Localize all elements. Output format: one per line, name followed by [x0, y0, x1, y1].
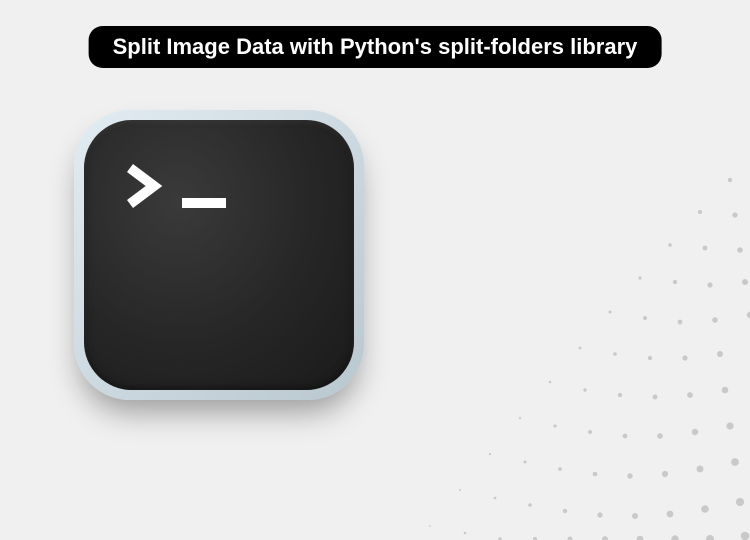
chevron-right-icon: [124, 162, 168, 210]
decorative-dots: [370, 120, 750, 540]
cursor-underscore-icon: [182, 198, 226, 208]
terminal-prompt-icon: [124, 162, 226, 210]
terminal-icon: [74, 110, 364, 400]
terminal-icon-inner: [84, 120, 354, 390]
page-title: Split Image Data with Python's split-fol…: [89, 26, 662, 68]
